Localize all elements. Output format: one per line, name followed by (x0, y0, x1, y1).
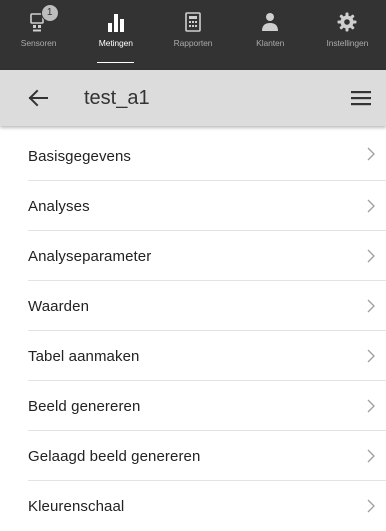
person-icon (258, 10, 282, 34)
app-bar: test_a1 (0, 70, 386, 126)
menu-item-label: Analyses (28, 197, 90, 215)
menu-item-label: Gelaagd beeld genereren (28, 447, 201, 465)
nav-tab-instellingen[interactable]: Instellingen (309, 0, 386, 70)
menu-item-label: Kleurenschaal (28, 497, 125, 515)
chevron-right-icon (367, 449, 375, 463)
menu-item-label: Waarden (28, 297, 90, 315)
chevron-right-icon (367, 399, 375, 413)
menu-item-beeld-genereren[interactable]: Beeld genereren (0, 381, 386, 431)
report-icon (181, 10, 205, 34)
menu-item-tabel-aanmaken[interactable]: Tabel aanmaken (0, 331, 386, 381)
top-navigation-bar: 1 Sensoren Metingen Rapporten Klanten In… (0, 0, 386, 70)
menu-item-label: Beeld genereren (28, 397, 141, 415)
nav-tab-label: Rapporten (173, 38, 213, 48)
nav-tab-metingen[interactable]: Metingen (77, 0, 154, 70)
nav-tab-rapporten[interactable]: Rapporten (154, 0, 231, 70)
nav-tab-klanten[interactable]: Klanten (232, 0, 309, 70)
arrow-left-icon[interactable] (28, 89, 48, 107)
menu-item-waarden[interactable]: Waarden (0, 281, 386, 331)
menu-item-label: Tabel aanmaken (28, 347, 140, 365)
menu-item-label: Analyseparameter (28, 247, 152, 265)
nav-tab-label: Sensoren (20, 38, 57, 48)
chevron-right-icon (367, 499, 375, 513)
chevron-right-icon (367, 349, 375, 363)
sensor-icon: 1 (27, 4, 59, 34)
nav-tab-label: Metingen (98, 38, 133, 48)
nav-tab-label: Klanten (256, 38, 285, 48)
gear-icon (335, 10, 359, 34)
chevron-right-icon (367, 147, 375, 160)
menu-item-analyseparameter[interactable]: Analyseparameter (0, 231, 386, 281)
nav-tab-label: Instellingen (326, 38, 369, 48)
page-title: test_a1 (84, 87, 150, 109)
bar-chart-icon (104, 10, 128, 34)
hamburger-menu-icon[interactable] (351, 89, 371, 107)
nav-tab-sensoren[interactable]: 1 Sensoren (0, 0, 77, 70)
menu-item-label: Basisgegevens (28, 147, 132, 165)
menu-item-analyses[interactable]: Analyses (0, 181, 386, 231)
chevron-right-icon (367, 299, 375, 313)
chevron-right-icon (367, 199, 375, 213)
menu-item-basisgegevens[interactable]: Basisgegevens (0, 126, 386, 181)
menu-item-kleurenschaal[interactable]: Kleurenschaal (0, 481, 386, 531)
sensor-count-badge: 1 (40, 4, 59, 22)
chevron-right-icon (367, 249, 375, 263)
menu-item-gelaagd-beeld-genereren[interactable]: Gelaagd beeld genereren (0, 431, 386, 481)
active-tab-indicator (97, 62, 135, 63)
measurement-menu-list: Basisgegevens Analyses Analyseparameter … (0, 126, 386, 531)
